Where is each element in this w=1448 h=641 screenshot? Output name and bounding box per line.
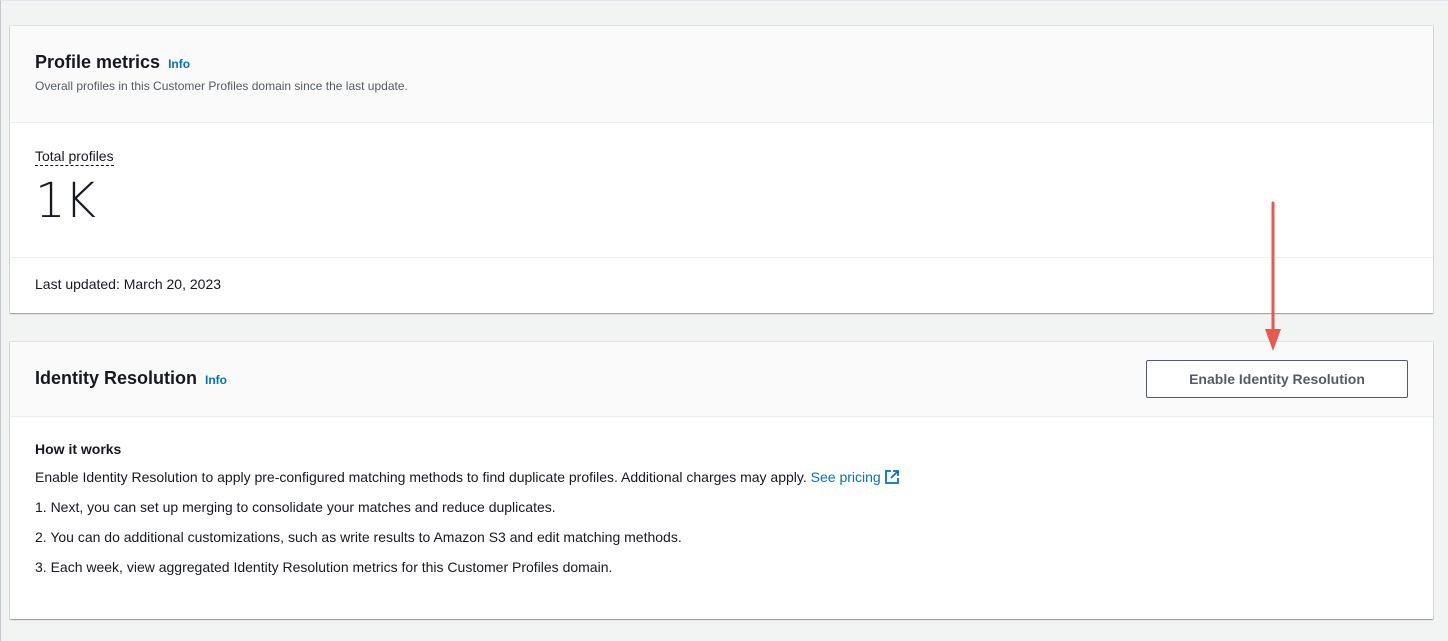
profile-metrics-subtitle: Overall profiles in this Customer Profil…: [35, 79, 408, 93]
profile-metrics-info-link[interactable]: Info: [168, 57, 190, 71]
see-pricing-link[interactable]: See pricing: [811, 469, 899, 485]
external-link-icon: [884, 470, 899, 487]
identity-resolution-description: Enable Identity Resolution to apply pre-…: [35, 469, 1408, 487]
page: Profile metrics Info Overall profiles in…: [0, 0, 1448, 641]
arrow-down-icon: [1265, 201, 1281, 351]
list-item: 3. Each week, view aggregated Identity R…: [35, 559, 613, 575]
how-it-works-heading: How it works: [35, 441, 122, 457]
total-profiles-label[interactable]: Total profiles: [35, 147, 114, 166]
steps-list: 1. Next, you can set up merging to conso…: [35, 498, 1408, 576]
see-pricing-label[interactable]: See pricing: [811, 469, 881, 485]
list-item: 2. You can do additional customizations,…: [35, 529, 682, 545]
identity-resolution-card: Identity Resolution Info Enable Identity…: [10, 342, 1433, 619]
profile-metrics-title-row: Profile metrics Info: [35, 52, 1433, 73]
profile-metrics-card: Profile metrics Info Overall profiles in…: [10, 26, 1433, 313]
enable-identity-resolution-button[interactable]: Enable Identity Resolution: [1146, 360, 1408, 398]
description-text: Enable Identity Resolution to apply pre-…: [35, 469, 807, 485]
identity-resolution-title: Identity Resolution: [35, 368, 197, 388]
last-updated-text: Last updated: March 20, 2023: [35, 276, 222, 292]
profile-metrics-header: Profile metrics Info Overall profiles in…: [10, 26, 1433, 123]
total-profiles-value: 1K: [35, 173, 96, 229]
total-profiles-metric: Total profiles 1K: [10, 123, 1433, 258]
metrics-footer: Last updated: March 20, 2023: [10, 258, 1433, 313]
profile-metrics-title: Profile metrics: [35, 52, 161, 72]
identity-resolution-info-link[interactable]: Info: [205, 373, 227, 387]
identity-resolution-title-row: Identity Resolution Info: [35, 368, 227, 389]
list-item: 1. Next, you can set up merging to conso…: [35, 499, 556, 515]
identity-resolution-header: Identity Resolution Info Enable Identity…: [10, 342, 1433, 417]
identity-resolution-body: How it works Enable Identity Resolution …: [10, 417, 1433, 576]
